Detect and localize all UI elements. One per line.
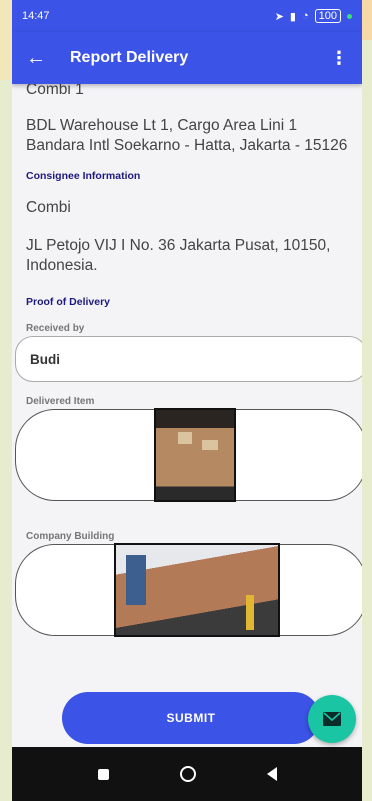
wifi-icon: ◔ (301, 10, 309, 22)
status-dot-icon (347, 13, 352, 19)
consignee-name: Combi (26, 199, 71, 216)
yellow-pole (246, 595, 254, 630)
app-bar: ← Report Delivery ⋮ (12, 32, 362, 84)
proof-heading: Proof of Delivery (26, 296, 111, 308)
shipper-address: BDL Warehouse Lt 1, Cargo Area Lini 1 Ba… (26, 117, 348, 154)
home-icon[interactable] (179, 766, 196, 782)
recents-icon[interactable] (97, 768, 109, 780)
received-by-input[interactable]: Budi (15, 336, 362, 382)
delivered-item-photo-field[interactable] (15, 408, 362, 502)
page-title: Report Delivery (70, 49, 189, 66)
submit-label: SUBMIT (166, 711, 216, 725)
company-building-photo-field[interactable] (15, 543, 362, 637)
company-building-label: Company Building (26, 531, 115, 542)
package-label (202, 440, 218, 450)
received-by-value: Budi (30, 351, 60, 367)
location-icon: ➤ (274, 10, 284, 23)
signal-icon: ▮ (289, 10, 296, 23)
submit-button[interactable]: SUBMIT (62, 692, 320, 744)
delivered-item-label: Delivered Item (26, 396, 95, 407)
received-by-label: Received by (26, 323, 85, 334)
overflow-menu-icon[interactable]: ⋮ (330, 48, 348, 69)
battery-icon: 100 (314, 9, 341, 23)
back-arrow-icon[interactable]: ← (26, 47, 56, 70)
package-label (178, 432, 192, 444)
mail-fab-button[interactable] (308, 695, 356, 743)
phone-screen: 14:47 ➤ ▮ ◔ 100 ← Report Delivery ⋮ Comb… (12, 0, 362, 801)
consignee-heading: Consignee Information (26, 170, 141, 182)
company-building-photo (114, 543, 280, 637)
person-figure (126, 555, 146, 605)
status-time: 14:47 (22, 10, 50, 22)
status-bar: 14:47 ➤ ▮ ◔ 100 (12, 0, 362, 32)
delivered-item-photo (154, 408, 236, 502)
mail-icon (323, 712, 341, 726)
system-nav-bar (12, 747, 362, 801)
status-icons: ➤ ▮ ◔ 100 (275, 9, 352, 23)
scroll-content[interactable]: Combi 1 BDL Warehouse Lt 1, Cargo Area L… (12, 80, 362, 637)
consignee-address: JL Petojo VIJ I No. 36 Jakarta Pusat, 10… (26, 237, 331, 274)
back-triangle-icon[interactable] (266, 767, 277, 781)
